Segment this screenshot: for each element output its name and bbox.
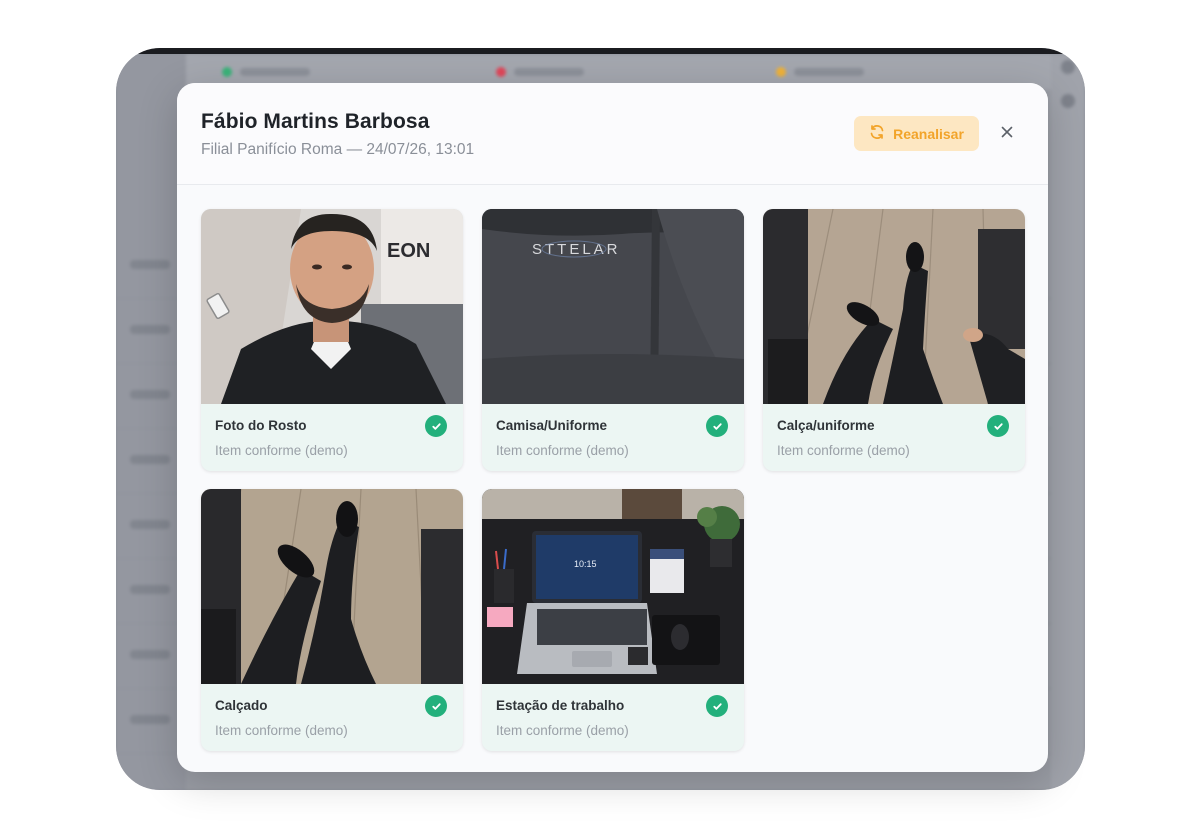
employee-name: Fábio Martins Barbosa: [201, 110, 430, 133]
photo-card-label: Calça/uniforme: [777, 418, 875, 433]
wall-logo: EON: [387, 240, 430, 262]
shoes-photo: [201, 489, 463, 684]
check-icon: [425, 695, 447, 717]
photo-card-shirt[interactable]: STTELAR Camisa/Uniforme Item conforme (d…: [482, 209, 744, 471]
device-top-edge: [116, 48, 1085, 54]
photo-card-status: Item conforme (demo): [496, 443, 629, 458]
check-icon: [706, 695, 728, 717]
photo-card-face[interactable]: EON Foto do Rosto Item conforme (demo): [201, 209, 463, 471]
photo-card-status: Item conforme (demo): [215, 723, 348, 738]
photo-card-label: Foto do Rosto: [215, 418, 307, 433]
reanalyze-label: Reanalisar: [893, 125, 964, 142]
photo-card-label: Estação de trabalho: [496, 698, 625, 713]
background-tab: [496, 62, 584, 82]
face-photo: EON: [201, 209, 463, 404]
background-tab: [222, 62, 310, 82]
photo-card-pants[interactable]: Calça/uniforme Item conforme (demo): [763, 209, 1025, 471]
check-icon: [425, 415, 447, 437]
check-icon: [987, 415, 1009, 437]
photo-card-status: Item conforme (demo): [215, 443, 348, 458]
workstation-photo: 10:15: [482, 489, 744, 684]
photo-card-workstation[interactable]: 10:15 Estação de trabalho Item conforme …: [482, 489, 744, 751]
check-icon: [706, 415, 728, 437]
photo-card-status: Item conforme (demo): [777, 443, 910, 458]
branch-datetime: Filial Panifício Roma — 24/07/26, 13:01: [201, 141, 475, 158]
shirt-photo: STTELAR: [482, 209, 744, 404]
laptop-clock: 10:15: [574, 559, 597, 569]
photo-review-modal: Fábio Martins Barbosa Filial Panifício R…: [177, 83, 1048, 772]
photo-card-label: Calçado: [215, 698, 268, 713]
background-right-rail: [1051, 54, 1085, 790]
background-tab: [776, 62, 864, 82]
photo-card-label: Camisa/Uniforme: [496, 418, 608, 433]
pants-photo: [763, 209, 1025, 404]
photo-card-status: Item conforme (demo): [496, 723, 629, 738]
photo-card-shoes[interactable]: Calçado Item conforme (demo): [201, 489, 463, 751]
refresh-icon: [869, 124, 885, 143]
modal-header: Fábio Martins Barbosa Filial Panifício R…: [177, 83, 1048, 185]
close-icon[interactable]: [996, 121, 1018, 143]
shirt-brand: STTELAR: [532, 241, 621, 258]
reanalyze-button[interactable]: Reanalisar: [854, 116, 979, 151]
